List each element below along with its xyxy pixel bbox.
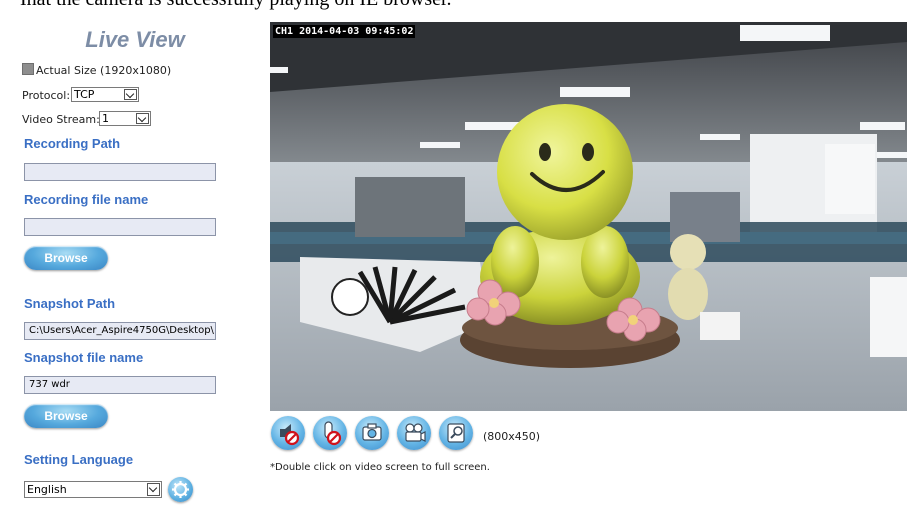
- speaker-muted-icon: [280, 424, 300, 446]
- apply-language-button[interactable]: [168, 477, 193, 502]
- record-video-icon: [405, 423, 426, 442]
- video-stream-value: 1: [102, 112, 109, 125]
- video-timestamp-overlay: CH1 2014-04-03 09:45:02: [273, 25, 416, 38]
- settings-sidebar: Live View Actual Size (1920x1080) Protoc…: [0, 0, 262, 510]
- recording-file-name-heading: Recording file name: [24, 192, 149, 207]
- video-stream-select[interactable]: 1: [99, 111, 151, 126]
- chevron-down-icon: [124, 89, 137, 100]
- chevron-down-icon: [136, 113, 149, 124]
- recording-file-name-input[interactable]: [24, 218, 216, 236]
- recording-browse-button[interactable]: Browse: [24, 246, 108, 270]
- recording-path-heading: Recording Path: [24, 136, 121, 151]
- gear-icon: [172, 481, 189, 498]
- record-button[interactable]: [397, 416, 431, 450]
- snapshot-browse-button[interactable]: Browse: [24, 404, 108, 428]
- video-resolution: (800x450): [483, 430, 541, 443]
- fullscreen-hint: *Double click on video screen to full sc…: [270, 462, 490, 473]
- actual-size-option[interactable]: Actual Size (1920x1080): [22, 63, 171, 77]
- camera-frame-image: [270, 22, 907, 411]
- snapshot-file-name-input[interactable]: 737 wdr: [24, 376, 216, 394]
- actual-size-checkbox[interactable]: [22, 63, 34, 75]
- video-stream-label: Video Stream:: [22, 113, 100, 126]
- recording-path-input[interactable]: [24, 163, 216, 181]
- snapshot-path-heading: Snapshot Path: [24, 296, 116, 311]
- chevron-down-icon: [147, 483, 160, 496]
- zoom-magnifier-icon: [447, 423, 465, 443]
- snapshot-button[interactable]: [355, 416, 389, 450]
- snapshot-camera-icon: [362, 423, 382, 441]
- language-value: English: [27, 483, 67, 496]
- audio-mute-button[interactable]: [271, 416, 305, 450]
- actual-size-label: Actual Size (1920x1080): [36, 64, 172, 77]
- live-video-screen[interactable]: [270, 22, 907, 411]
- snapshot-file-name-heading: Snapshot file name: [24, 350, 144, 365]
- protocol-select[interactable]: TCP: [71, 87, 139, 102]
- protocol-label: Protocol:: [22, 89, 71, 102]
- protocol-value: TCP: [74, 88, 95, 101]
- digital-zoom-button[interactable]: [439, 416, 473, 450]
- page-title: Live View: [85, 27, 185, 52]
- snapshot-path-input[interactable]: C:\Users\Acer_Aspire4750G\Desktop\: [24, 322, 216, 340]
- language-select[interactable]: English: [24, 481, 162, 498]
- microphone-muted-icon: [324, 421, 342, 446]
- microphone-mute-button[interactable]: [313, 416, 347, 450]
- setting-language-heading: Setting Language: [24, 452, 134, 467]
